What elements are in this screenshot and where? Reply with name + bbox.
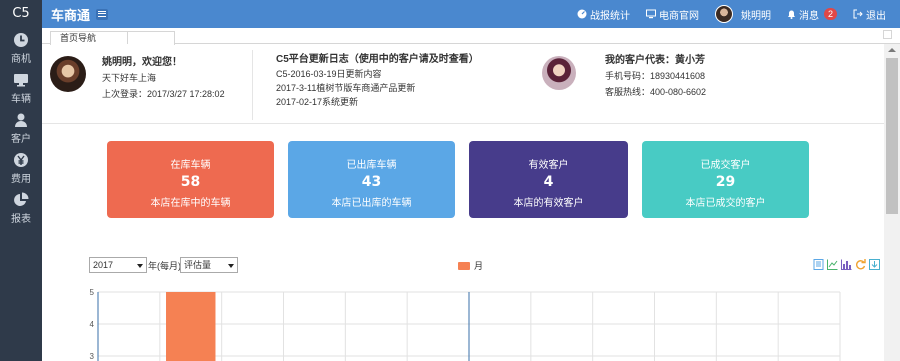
y-tick-label: 4 [90, 320, 95, 329]
chevron-down-icon [137, 264, 143, 268]
messages-label: 消息 [798, 10, 819, 22]
user-photo [50, 56, 86, 92]
card-in-stock-vehicles[interactable]: 在库车辆 58 本店在库中的车辆 [107, 141, 274, 218]
update-log-entry[interactable]: C5-2016-03-19日更新内容 [276, 68, 382, 80]
tab-bar: 首页导航 [42, 28, 900, 45]
card-value: 4 [543, 174, 554, 190]
card-title: 在库车辆 [170, 160, 211, 171]
rep-photo [542, 56, 576, 90]
logout-icon [853, 9, 863, 19]
monitor-icon [14, 73, 28, 86]
card-desc: 本店的有效客户 [513, 198, 584, 209]
bar [166, 292, 216, 361]
chart-area: 5 4 3 [80, 285, 850, 361]
y-tick-label: 5 [90, 288, 95, 297]
card-title: 已出库车辆 [346, 160, 397, 171]
card-value: 29 [715, 174, 736, 190]
sidebar-item-customers[interactable]: 客户 [0, 108, 42, 148]
sidebar-item-opportunities[interactable]: 商机 [0, 28, 42, 68]
refresh-icon[interactable] [855, 259, 866, 270]
tab-close-button[interactable] [883, 30, 892, 39]
sidebar-item-vehicles[interactable]: 车辆 [0, 68, 42, 108]
user-icon [15, 113, 27, 127]
welcome-text: 姚明明，欢迎您！ [102, 57, 182, 68]
info-panel: 姚明明，欢迎您！ 天下好车上海 上次登录：2017/3/27 17:28:02 … [42, 44, 884, 124]
period-label: 年(每月) [148, 261, 181, 271]
scroll-up-arrow-icon[interactable] [884, 44, 900, 56]
sidebar-item-label: 报表 [11, 213, 31, 225]
card-shipped-vehicles[interactable]: 已出库车辆 43 本店已出库的车辆 [288, 141, 455, 218]
clock-icon [14, 32, 28, 47]
yen-icon [14, 152, 28, 167]
user-name: 姚明明 [740, 10, 771, 22]
user-avatar[interactable] [714, 5, 733, 23]
app-title: 车商通 [51, 7, 91, 23]
sidebar-item-label: 商机 [11, 53, 31, 65]
update-log-entry[interactable]: 2017-3-11植树节版车商通产品更新 [276, 82, 415, 94]
chart-legend[interactable]: 月 [458, 259, 483, 272]
card-closed-customers[interactable]: 已成交客户 29 本店已成交的客户 [642, 141, 809, 218]
monitor-icon [645, 9, 656, 19]
scroll-thumb[interactable] [886, 58, 898, 214]
save-icon[interactable] [869, 259, 880, 270]
sidebar-item-label: 客户 [11, 133, 31, 145]
site-label: 电商官网 [658, 10, 699, 22]
divider [252, 50, 253, 120]
data-view-icon[interactable] [813, 259, 824, 270]
y-tick-label: 3 [90, 352, 95, 361]
logout-label: 退出 [866, 10, 886, 22]
slogan-text: 天下好车上海 [102, 73, 157, 83]
sidebar-item-label: 费用 [11, 173, 31, 185]
sidebar-item-expenses[interactable]: 费用 [0, 148, 42, 188]
line-chart-icon[interactable] [827, 259, 838, 270]
stats-label: 战报统计 [589, 10, 630, 22]
card-title: 已成交客户 [700, 160, 751, 171]
chevron-down-icon [228, 264, 234, 268]
bell-icon [787, 10, 795, 19]
tab-label: 首页导航 [60, 33, 97, 43]
sidebar-item-label: 车辆 [11, 93, 31, 105]
site-link[interactable]: 电商官网 [645, 7, 699, 22]
legend-label: 月 [474, 261, 484, 271]
messages-link[interactable]: 消息 2 [787, 7, 837, 22]
legend-swatch [458, 261, 470, 270]
card-value: 43 [361, 174, 382, 190]
card-title: 有效客户 [528, 160, 569, 171]
card-value: 58 [180, 174, 201, 190]
tab-divider [127, 31, 128, 44]
stats-link[interactable]: 战报统计 [577, 7, 630, 22]
rep-phone: 手机号码：18930441608 [605, 71, 706, 81]
bar-chart: 5 4 3 [90, 288, 841, 361]
bar-chart-icon[interactable] [841, 259, 852, 270]
sidebar: C5 商机 车辆 客户 费用 报表 [0, 0, 42, 361]
message-count-badge: 2 [823, 8, 837, 20]
card-valid-customers[interactable]: 有效客户 4 本店的有效客户 [469, 141, 628, 218]
user-menu[interactable]: 姚明明 [741, 7, 771, 22]
menu-toggle-button[interactable] [96, 8, 109, 20]
card-desc: 本店在库中的车辆 [150, 198, 231, 209]
card-desc: 本店已成交的客户 [685, 198, 766, 209]
top-bar: 车商通 战报统计 电商官网 姚明明 消息 2 退出 [42, 0, 900, 28]
app-logo: C5 [12, 6, 30, 21]
card-desc: 本店已出库的车辆 [331, 198, 412, 209]
tab-home-nav[interactable]: 首页导航 [50, 31, 175, 45]
rep-hotline: 客服热线：400-080-6602 [605, 87, 707, 97]
update-log-title: C5平台更新日志（使用中的客户请及时查看） [276, 54, 479, 65]
update-log-entry[interactable]: 2017-02-17系统更新 [276, 96, 358, 108]
pie-chart-icon [14, 192, 29, 206]
scrollbar[interactable] [884, 44, 900, 361]
logout-link[interactable]: 退出 [853, 7, 886, 22]
gauge-icon [577, 9, 587, 19]
year-select[interactable]: 2017 [89, 257, 147, 273]
year-value: 2017 [93, 260, 114, 270]
sidebar-item-reports[interactable]: 报表 [0, 188, 42, 228]
metric-select[interactable]: 评估量 [180, 257, 238, 273]
metric-value: 评估量 [184, 260, 212, 270]
chart-toolbox [813, 259, 883, 270]
last-login-text: 上次登录：2017/3/27 17:28:02 [102, 89, 225, 99]
rep-title: 我的客户代表：黄小芳 [605, 55, 705, 66]
